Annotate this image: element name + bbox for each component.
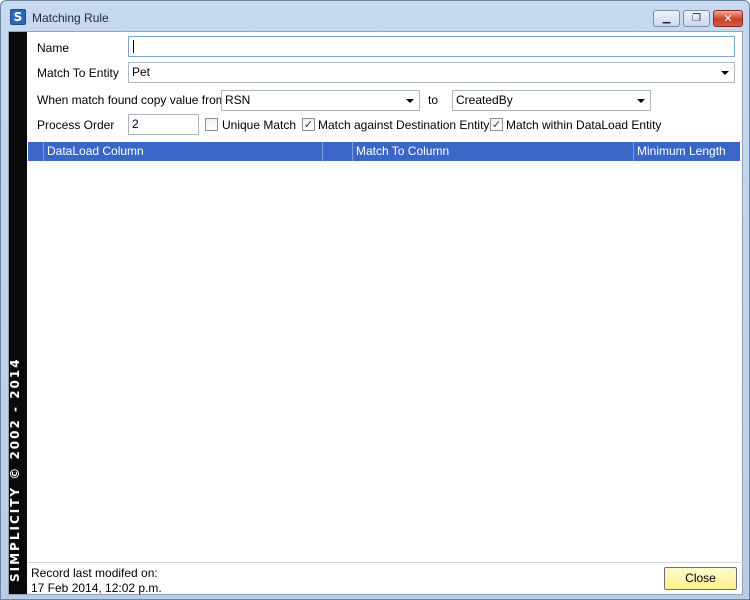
minimize-button[interactable]: ▁ xyxy=(653,10,680,27)
dialog-body: SIMPLICITY © 2002 - 2014 Name Match To E… xyxy=(8,31,743,595)
brand-text: SIMPLICITY © 2002 - 2014 xyxy=(8,357,22,582)
name-input[interactable] xyxy=(128,36,735,57)
to-label: to xyxy=(428,93,439,107)
text-caret xyxy=(133,40,134,54)
maximize-button[interactable]: ❐ xyxy=(683,10,710,27)
copy-from-value: RSN xyxy=(225,93,251,107)
chevron-down-icon xyxy=(721,71,729,75)
match-to-entity-dropdown[interactable]: Pet xyxy=(128,62,735,83)
chevron-down-icon xyxy=(406,99,414,103)
process-order-input[interactable]: 2 xyxy=(128,114,199,135)
title-bar[interactable]: S Matching Rule ▁ ❐ ✕ xyxy=(1,1,749,31)
window-controls: ▁ ❐ ✕ xyxy=(653,10,743,27)
close-button[interactable]: Close xyxy=(664,567,737,590)
process-order-label: Process Order xyxy=(37,118,115,132)
unique-match-label[interactable]: Unique Match xyxy=(222,118,296,132)
match-against-destination-checkbox[interactable]: ✓ xyxy=(302,118,315,131)
record-modified-timestamp: 17 Feb 2014, 12:02 p.m. xyxy=(31,581,162,595)
match-against-destination-label[interactable]: Match against Destination Entity xyxy=(318,118,489,132)
footer-divider xyxy=(27,562,743,563)
match-to-entity-label: Match To Entity xyxy=(37,66,119,80)
match-to-entity-value: Pet xyxy=(132,65,151,79)
window-title: Matching Rule xyxy=(32,11,109,25)
record-modified-label: Record last modifed on: xyxy=(31,566,158,580)
app-icon: S xyxy=(10,9,26,25)
brand-strip: SIMPLICITY © 2002 - 2014 xyxy=(8,32,27,594)
copy-to-value: CreatedBy xyxy=(456,93,513,107)
row-selector-header xyxy=(28,142,44,161)
column-header-minimum-length[interactable]: Minimum Length xyxy=(634,142,740,161)
copy-from-dropdown[interactable]: RSN xyxy=(221,90,420,111)
record-modified-info: Record last modifed on: 17 Feb 2014, 12:… xyxy=(31,566,162,596)
copy-value-label: When match found copy value from xyxy=(37,93,226,107)
match-within-dataload-label[interactable]: Match within DataLoad Entity xyxy=(506,118,661,132)
close-window-button[interactable]: ✕ xyxy=(713,10,743,27)
unique-match-checkbox[interactable] xyxy=(205,118,218,131)
column-header-match-to[interactable]: Match To Column xyxy=(353,142,634,161)
process-order-value: 2 xyxy=(132,117,139,131)
column-header-blank[interactable] xyxy=(323,142,353,161)
name-label: Name xyxy=(37,41,70,55)
column-header-dataload[interactable]: DataLoad Column xyxy=(44,142,323,161)
grid-body[interactable] xyxy=(28,161,740,561)
matching-rule-window: S Matching Rule ▁ ❐ ✕ SIMPLICITY © 2002 … xyxy=(0,0,750,600)
match-within-dataload-checkbox[interactable]: ✓ xyxy=(490,118,503,131)
chevron-down-icon xyxy=(637,99,645,103)
copy-to-dropdown[interactable]: CreatedBy xyxy=(452,90,651,111)
grid-header: DataLoad Column Match To Column Minimum … xyxy=(28,142,740,161)
